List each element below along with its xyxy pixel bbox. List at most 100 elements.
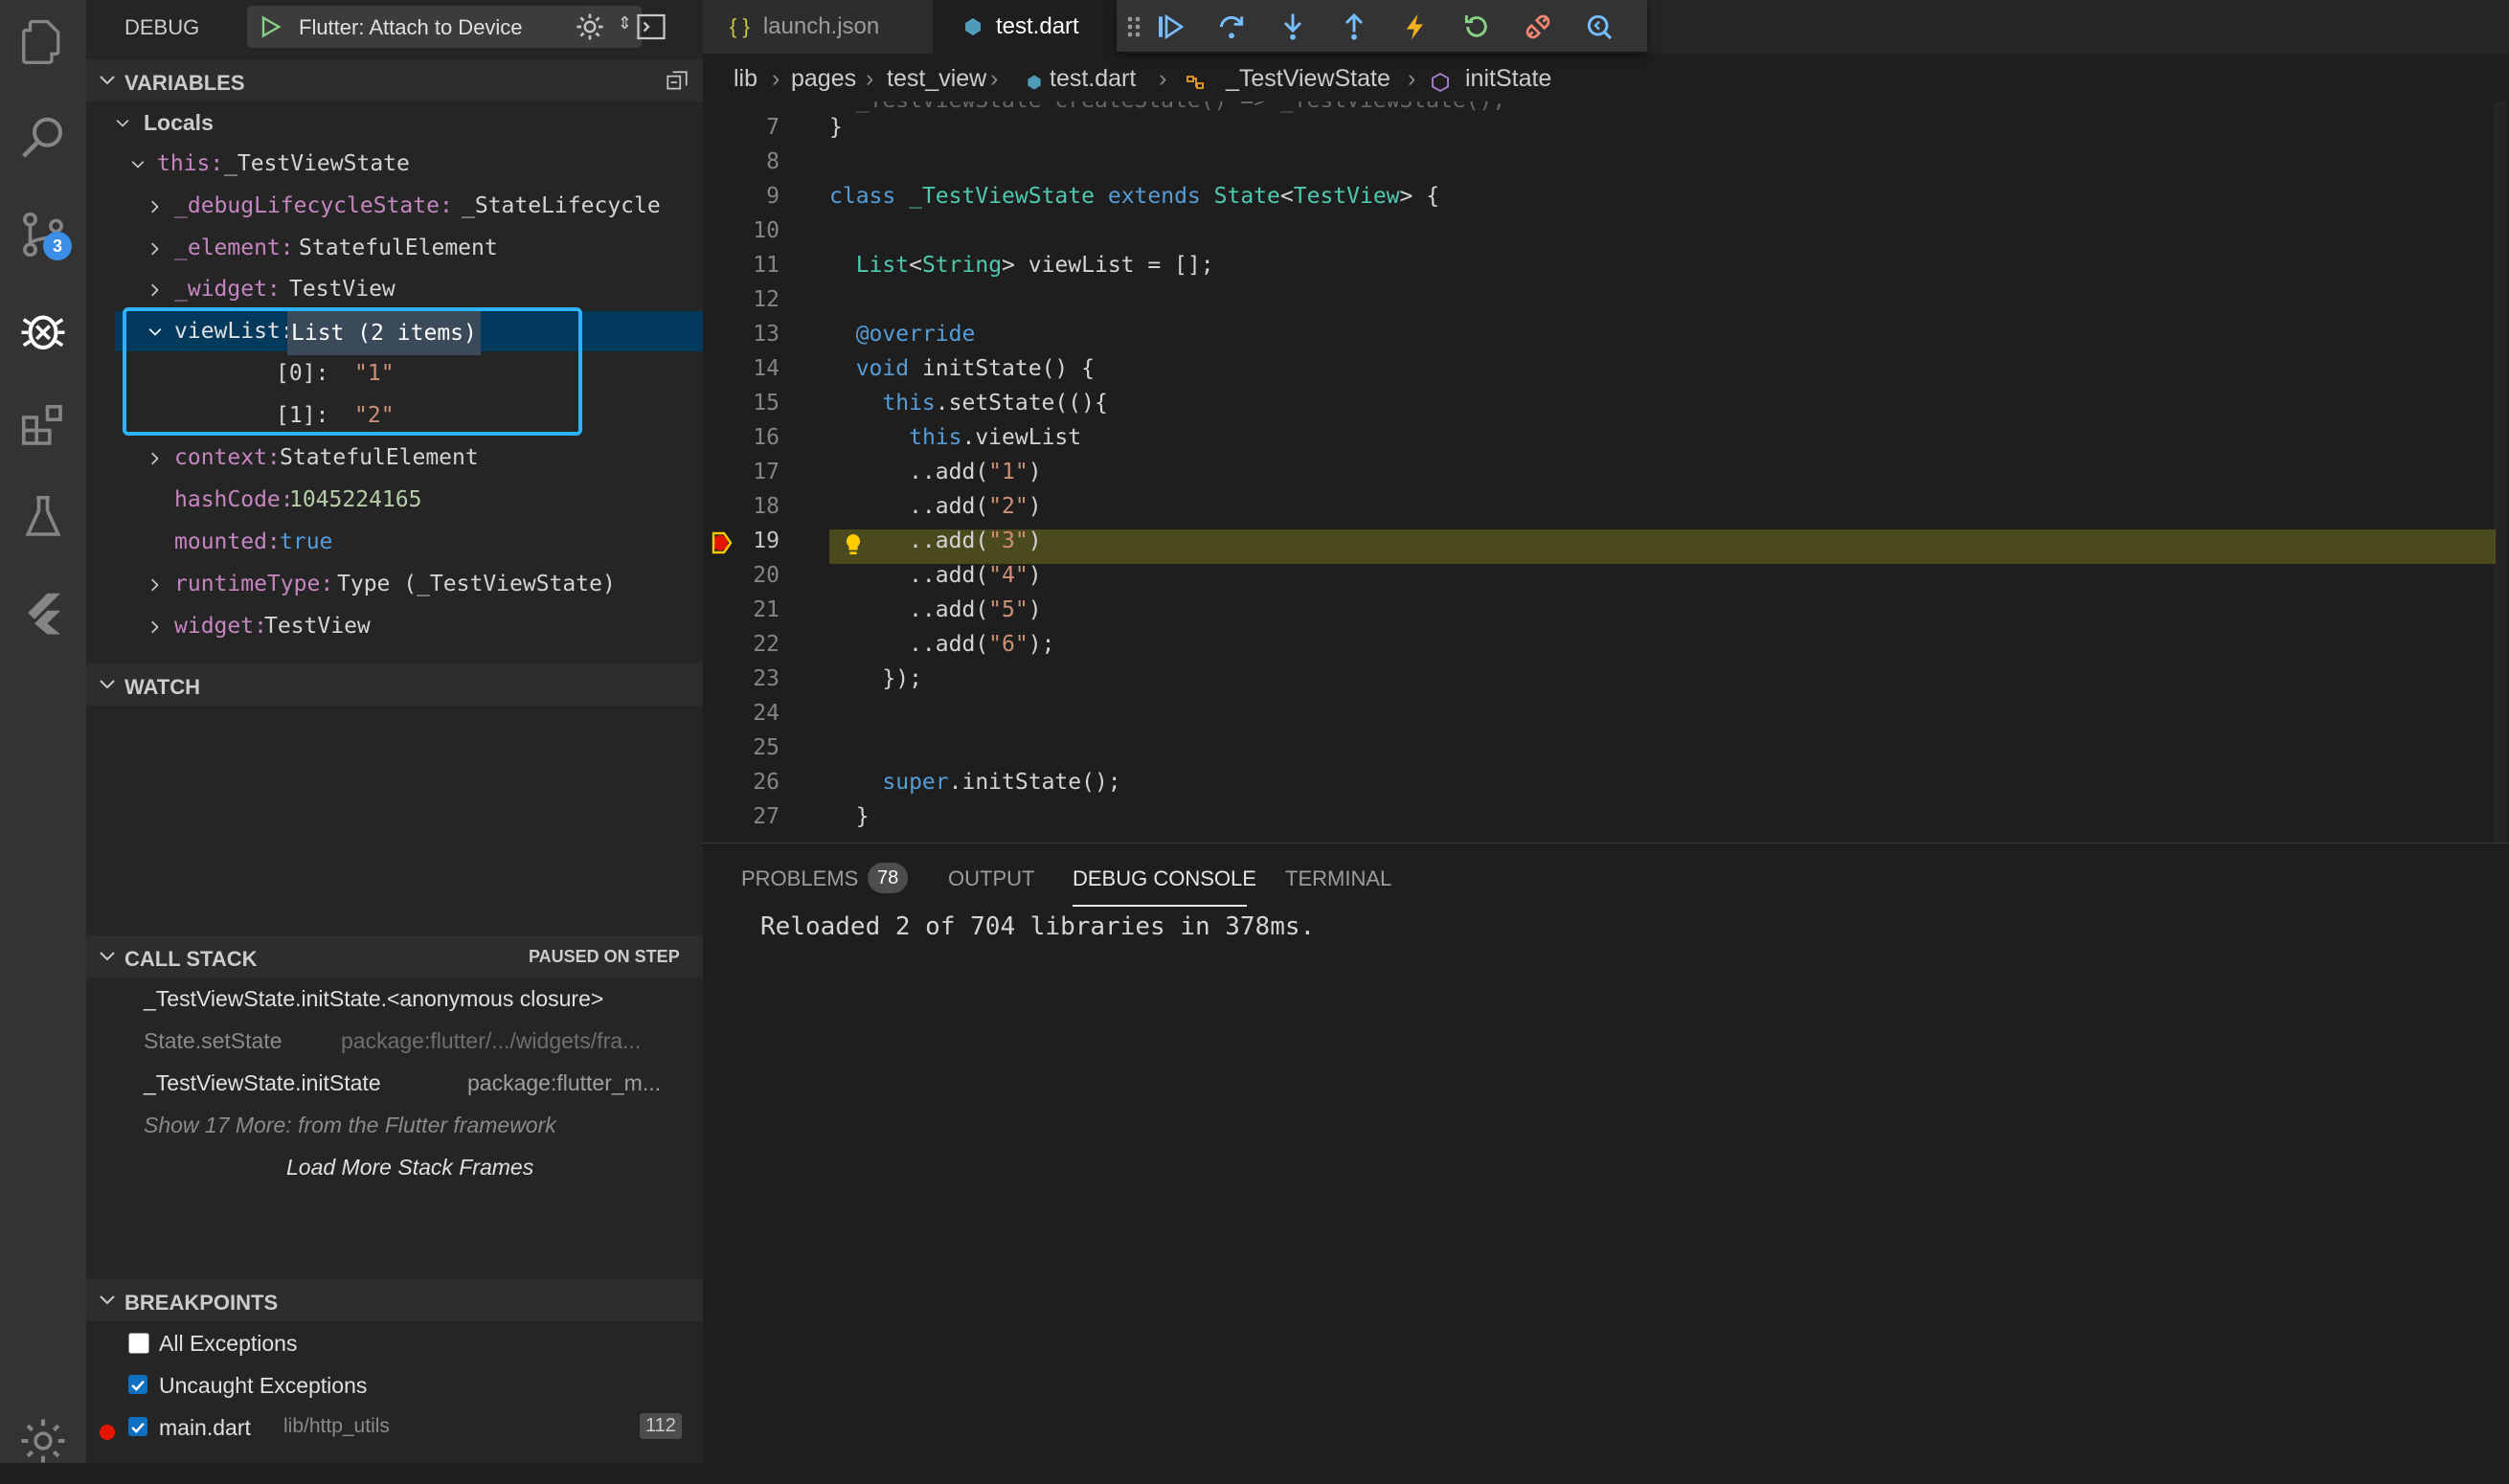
tab-test-dart[interactable]: test.dart bbox=[933, 0, 1124, 54]
tab-output[interactable]: OUTPUT bbox=[948, 866, 1034, 891]
tab-problems[interactable]: PROBLEMS bbox=[741, 866, 858, 891]
line-number[interactable]: 16 bbox=[703, 425, 780, 450]
search-icon[interactable] bbox=[0, 96, 86, 182]
line-number[interactable]: 10 bbox=[703, 218, 780, 243]
load-more-frames-link[interactable]: Load More Stack Frames bbox=[286, 1155, 533, 1180]
tab-label: test.dart bbox=[996, 13, 1079, 39]
debug-action-toolbar bbox=[1117, 0, 1647, 52]
activity-bar: 3 bbox=[0, 0, 86, 1463]
tab-terminal[interactable]: TERMINAL bbox=[1285, 866, 1391, 891]
line-number[interactable]: 25 bbox=[703, 735, 780, 760]
debug-console-icon[interactable] bbox=[634, 10, 668, 44]
checkbox-checked[interactable] bbox=[128, 1417, 147, 1436]
watch-section-header[interactable]: WATCH bbox=[86, 663, 703, 706]
line-number[interactable]: 27 bbox=[703, 804, 780, 829]
line-number[interactable]: 18 bbox=[703, 494, 780, 519]
checkbox-checked[interactable] bbox=[128, 1375, 147, 1394]
problems-count-badge: 78 bbox=[868, 863, 909, 893]
breakpoints-section-header[interactable]: BREAKPOINTS bbox=[86, 1279, 703, 1321]
extensions-icon[interactable] bbox=[0, 383, 86, 469]
code-line: _TestViewState createState() => _TestVie… bbox=[829, 101, 1506, 113]
chevron-right-icon bbox=[151, 452, 159, 465]
chevron-right-icon: › bbox=[1159, 65, 1167, 92]
breakpoint-dot-icon bbox=[100, 1425, 115, 1440]
breadcrumb-item[interactable]: test_view bbox=[887, 65, 986, 93]
line-number[interactable]: 12 bbox=[703, 287, 780, 312]
show-more-frames[interactable]: Show 17 More: from the Flutter framework bbox=[144, 1113, 556, 1138]
disconnect-icon[interactable] bbox=[1519, 8, 1557, 46]
chevron-down-icon bbox=[100, 680, 115, 689]
breakpoint-label: All Exceptions bbox=[159, 1331, 298, 1356]
editor-scrollbar[interactable] bbox=[2494, 101, 2507, 843]
files-icon[interactable] bbox=[0, 0, 86, 86]
chevron-down-icon bbox=[116, 120, 129, 127]
paused-status: PAUSED ON STEP bbox=[529, 947, 680, 966]
breadcrumb-item[interactable]: lib bbox=[734, 65, 757, 93]
line-number[interactable]: 24 bbox=[703, 701, 780, 726]
breadcrumb-item[interactable]: pages bbox=[791, 65, 856, 93]
variables-section-header[interactable]: VARIABLES bbox=[86, 59, 703, 101]
launch-config-label: Flutter: Attach to Device bbox=[299, 15, 523, 39]
breadcrumb-item[interactable]: test.dart bbox=[1050, 65, 1136, 93]
line-number[interactable]: 23 bbox=[703, 666, 780, 691]
line-number[interactable]: 21 bbox=[703, 597, 780, 622]
frame-function: _TestViewState.initState bbox=[144, 1070, 381, 1095]
step-into-icon[interactable] bbox=[1274, 8, 1312, 46]
variable-name: _debugLifecycleState: bbox=[174, 193, 453, 218]
stack-frame[interactable]: State.setState package:flutter/.../widge… bbox=[144, 1028, 641, 1054]
current-line-highlight bbox=[829, 529, 2496, 564]
class-symbol-icon bbox=[1187, 76, 1204, 89]
console-output: Reloaded 2 of 704 libraries in 378ms. bbox=[760, 912, 1316, 941]
line-number[interactable]: 8 bbox=[703, 149, 780, 174]
step-over-icon[interactable] bbox=[1212, 8, 1251, 46]
line-number[interactable]: 15 bbox=[703, 391, 780, 416]
tab-label: launch.json bbox=[762, 13, 880, 39]
chevron-down-icon bbox=[100, 76, 115, 85]
line-number[interactable]: 7 bbox=[703, 115, 780, 140]
flutter-icon[interactable] bbox=[0, 570, 86, 656]
source-control-icon[interactable] bbox=[0, 191, 86, 278]
frame-function: State.setState bbox=[144, 1028, 283, 1053]
lightbulb-icon[interactable] bbox=[843, 532, 864, 557]
frame-source: package:flutter_m... bbox=[467, 1070, 661, 1095]
start-debugging-icon[interactable] bbox=[257, 13, 283, 40]
line-number[interactable]: 22 bbox=[703, 632, 780, 657]
collapse-all-icon[interactable] bbox=[665, 69, 689, 94]
settings-icon[interactable] bbox=[0, 1398, 86, 1484]
variable-name: this: bbox=[157, 151, 224, 176]
drag-handle-icon[interactable] bbox=[1122, 8, 1145, 46]
stack-frame[interactable]: _TestViewState.initState package:flutter… bbox=[144, 1070, 661, 1096]
breadcrumb-item[interactable]: _TestViewState bbox=[1226, 65, 1390, 93]
line-number[interactable]: 9 bbox=[703, 184, 780, 209]
hot-reload-icon[interactable] bbox=[1396, 8, 1435, 46]
frame-function: _TestViewState.initState.<anonymous clos… bbox=[144, 986, 604, 1011]
checkbox-unchecked[interactable] bbox=[128, 1333, 149, 1354]
testing-icon[interactable] bbox=[0, 474, 86, 560]
restart-icon[interactable] bbox=[1458, 8, 1496, 46]
breadcrumb-item[interactable]: initState bbox=[1465, 65, 1551, 93]
sidebar-title: DEBUG bbox=[124, 15, 200, 39]
line-number[interactable]: 20 bbox=[703, 563, 780, 588]
stack-frame[interactable]: _TestViewState.initState.<anonymous clos… bbox=[144, 986, 603, 1012]
current-statement-arrow-icon bbox=[712, 531, 733, 554]
continue-icon[interactable] bbox=[1151, 8, 1189, 46]
callstack-section-header[interactable]: CALL STACK PAUSED ON STEP bbox=[86, 935, 703, 978]
line-number[interactable]: 11 bbox=[703, 253, 780, 278]
gear-icon[interactable] bbox=[573, 10, 607, 44]
breakpoint-line-badge: 112 bbox=[640, 1413, 682, 1439]
line-number[interactable]: 17 bbox=[703, 460, 780, 484]
breakpoint-path: lib/http_utils bbox=[283, 1415, 390, 1437]
line-number[interactable]: 26 bbox=[703, 770, 780, 795]
tab-launch-json[interactable]: { } launch.json bbox=[703, 0, 933, 54]
callstack-title: CALL STACK bbox=[124, 947, 258, 971]
breakpoint-file: main.dart bbox=[159, 1415, 251, 1440]
debug-icon[interactable] bbox=[0, 287, 86, 373]
devtools-search-icon[interactable] bbox=[1580, 8, 1618, 46]
code-editor[interactable]: _TestViewState createState() => _TestVie… bbox=[703, 101, 2509, 843]
step-out-icon[interactable] bbox=[1335, 8, 1373, 46]
tab-debug-console[interactable]: DEBUG CONSOLE bbox=[1073, 866, 1256, 891]
dart-file-icon bbox=[965, 18, 981, 35]
line-number[interactable]: 13 bbox=[703, 322, 780, 347]
code-line: ..add("1") bbox=[829, 460, 1042, 484]
line-number[interactable]: 14 bbox=[703, 356, 780, 381]
